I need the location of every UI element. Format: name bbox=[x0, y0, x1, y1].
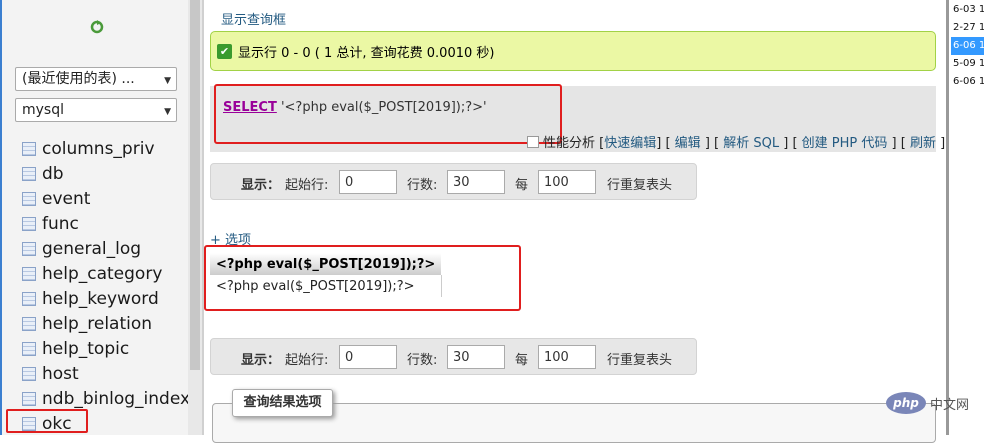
table-list-item[interactable]: db bbox=[22, 161, 190, 186]
navigation-sidebar: (最近使用的表) ... ▼ mysql ▼ columns_priv db e… bbox=[0, 0, 190, 436]
table-name: help_topic bbox=[42, 338, 130, 359]
table-name: general_log bbox=[42, 238, 142, 259]
navigation-bar-top: 显示： 起始行: 0 行数: 30 每 100 行重复表头 bbox=[210, 163, 697, 200]
repeat-header-label: 行重复表头 bbox=[607, 353, 673, 368]
list-item-selected[interactable]: 6-06 14 bbox=[951, 37, 984, 55]
divider bbox=[202, 0, 204, 435]
table-list-item[interactable]: help_keyword bbox=[22, 286, 190, 311]
start-row-label: 起始行: bbox=[285, 353, 329, 368]
table-icon bbox=[22, 391, 36, 406]
chevron-down-icon: ▼ bbox=[164, 76, 171, 86]
highlight-box-result bbox=[204, 245, 521, 311]
table-name: host bbox=[42, 363, 79, 384]
explain-sql-link[interactable]: 解析 SQL bbox=[723, 136, 779, 151]
table-icon bbox=[22, 216, 36, 231]
profiling-label: 性能分析 bbox=[543, 136, 596, 151]
table-icon bbox=[22, 316, 36, 331]
php-logo: php bbox=[886, 392, 926, 414]
recent-tables-select-value: (最近使用的表) ... bbox=[22, 71, 135, 87]
recent-tables-select[interactable]: (最近使用的表) ... ▼ bbox=[15, 67, 177, 91]
refresh-link[interactable]: 刷新 bbox=[910, 136, 936, 151]
every-label: 每 bbox=[515, 178, 529, 193]
query-actions: 性能分析 [快速编辑] [ 编辑 ] [ 解析 SQL ] [ 创建 PHP 代… bbox=[527, 132, 945, 151]
create-php-link[interactable]: 创建 PHP 代码 bbox=[802, 136, 888, 151]
table-name: columns_priv bbox=[42, 138, 155, 159]
edit-link[interactable]: 编辑 bbox=[675, 136, 701, 151]
table-list-item[interactable]: columns_priv bbox=[22, 136, 190, 161]
show-query-box-link[interactable]: 显示查询框 bbox=[221, 9, 286, 28]
watermark: php 中文网 bbox=[886, 390, 969, 416]
table-list-item[interactable]: help_topic bbox=[22, 336, 190, 361]
table-list-item[interactable]: ndb_binlog_index bbox=[22, 386, 190, 411]
table-list: columns_priv db event func general_log h… bbox=[22, 136, 190, 436]
every-label: 每 bbox=[515, 353, 529, 368]
repeat-header-input[interactable]: 100 bbox=[538, 170, 596, 194]
table-icon bbox=[22, 166, 36, 181]
row-count-input[interactable]: 30 bbox=[447, 345, 505, 369]
file-list-panel: 6-03 17 2-27 15 6-06 14 5-09 13 6-06 14 bbox=[949, 0, 984, 435]
navigation-bar-bottom: 显示： 起始行: 0 行数: 30 每 100 行重复表头 bbox=[210, 338, 697, 375]
list-item[interactable]: 6-03 17 bbox=[951, 1, 984, 19]
start-row-label: 起始行: bbox=[285, 178, 329, 193]
quick-edit-link[interactable]: 快速编辑 bbox=[604, 136, 656, 151]
success-message-text: 显示行 0 - 0 ( 1 总计, 查询花费 0.0010 秒) bbox=[238, 45, 495, 61]
table-name: func bbox=[42, 213, 79, 234]
database-select[interactable]: mysql ▼ bbox=[15, 98, 177, 122]
table-list-item[interactable]: event bbox=[22, 186, 190, 211]
repeat-header-label: 行重复表头 bbox=[607, 178, 673, 193]
reload-icon[interactable] bbox=[90, 20, 104, 34]
success-message: ✔ 显示行 0 - 0 ( 1 总计, 查询花费 0.0010 秒) bbox=[210, 31, 936, 71]
table-name: ndb_binlog_index bbox=[42, 388, 191, 409]
database-select-value: mysql bbox=[22, 102, 64, 118]
highlight-box-sql bbox=[214, 84, 562, 144]
list-item[interactable]: 2-27 15 bbox=[951, 19, 984, 37]
highlight-box-okc bbox=[6, 409, 88, 433]
table-name: help_category bbox=[42, 263, 163, 284]
repeat-header-input[interactable]: 100 bbox=[538, 345, 596, 369]
table-list-item[interactable]: help_category bbox=[22, 261, 190, 286]
table-list-item[interactable]: help_relation bbox=[22, 311, 190, 336]
table-list-item[interactable]: general_log bbox=[22, 236, 190, 261]
table-icon bbox=[22, 191, 36, 206]
list-item[interactable]: 6-06 14 bbox=[951, 73, 984, 91]
row-count-label: 行数: bbox=[407, 353, 438, 368]
table-icon bbox=[22, 291, 36, 306]
list-item[interactable]: 5-09 13 bbox=[951, 55, 984, 73]
show-label: 显示： bbox=[241, 178, 281, 193]
table-name: event bbox=[42, 188, 91, 209]
sidebar-scrollbar-thumb[interactable] bbox=[190, 0, 200, 370]
query-results-options-legend[interactable]: 查询结果选项 bbox=[232, 389, 333, 417]
table-icon bbox=[22, 141, 36, 156]
table-icon bbox=[22, 241, 36, 256]
row-count-label: 行数: bbox=[407, 178, 438, 193]
watermark-text: 中文网 bbox=[930, 397, 970, 413]
table-icon bbox=[22, 266, 36, 281]
table-name: help_relation bbox=[42, 313, 153, 334]
row-count-input[interactable]: 30 bbox=[447, 170, 505, 194]
show-label: 显示： bbox=[241, 353, 281, 368]
table-name: db bbox=[42, 163, 64, 184]
start-row-input[interactable]: 0 bbox=[339, 170, 397, 194]
checkmark-icon: ✔ bbox=[217, 43, 232, 59]
chevron-down-icon: ▼ bbox=[164, 107, 171, 117]
table-name: help_keyword bbox=[42, 288, 159, 309]
table-list-item[interactable]: func bbox=[22, 211, 190, 236]
profiling-checkbox[interactable] bbox=[527, 136, 539, 148]
start-row-input[interactable]: 0 bbox=[339, 345, 397, 369]
table-icon bbox=[22, 366, 36, 381]
table-list-item[interactable]: host bbox=[22, 361, 190, 386]
table-icon bbox=[22, 341, 36, 356]
